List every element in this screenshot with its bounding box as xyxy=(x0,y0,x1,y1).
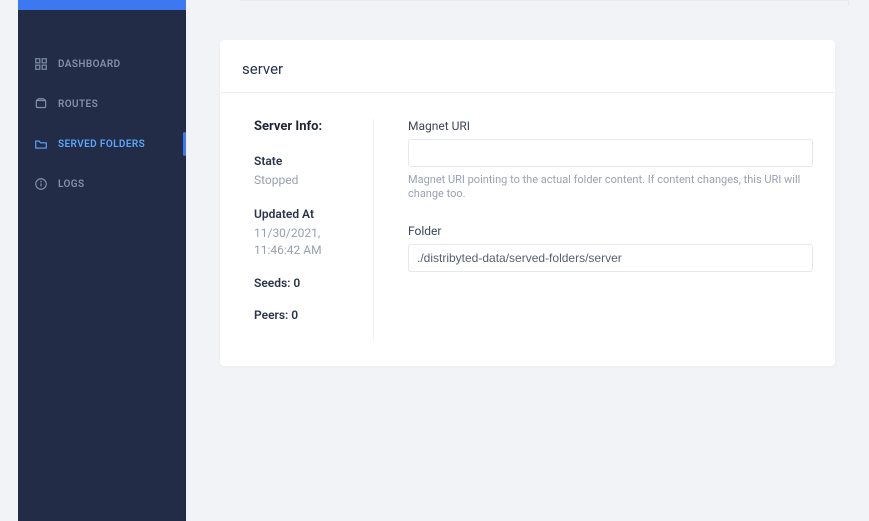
sidebar-item-label: ROUTES xyxy=(58,99,98,110)
sidebar-item-served-folders[interactable]: SERVED FOLDERS xyxy=(18,124,186,164)
folder-icon xyxy=(34,137,48,151)
sidebar-item-label: LOGS xyxy=(58,179,85,190)
folder-label: Folder xyxy=(408,224,813,238)
sidebar-accent-bar xyxy=(18,0,186,10)
seeds-label: Seeds: xyxy=(254,276,290,290)
sidebar-nav: DASHBOARD ROUTES SERVED FOLDERS LOGS xyxy=(18,10,186,204)
seeds-block: Seeds: 0 xyxy=(254,276,355,290)
server-info-panel: Server Info: State Stopped Updated At 11… xyxy=(254,119,374,340)
magnet-help: Magnet URI pointing to the actual folder… xyxy=(408,173,813,202)
seeds-value: 0 xyxy=(293,276,300,290)
sidebar-item-label: DASHBOARD xyxy=(58,59,121,70)
state-block: State Stopped xyxy=(254,154,355,189)
sidebar-item-logs[interactable]: LOGS xyxy=(18,164,186,204)
updated-block: Updated At 11/30/2021, 11:46:42 AM xyxy=(254,207,355,259)
state-value: Stopped xyxy=(254,172,355,189)
sidebar: DASHBOARD ROUTES SERVED FOLDERS LOGS xyxy=(18,0,186,521)
server-card: server Server Info: State Stopped Update… xyxy=(220,40,835,366)
peers-label: Peers: xyxy=(254,308,288,322)
info-icon xyxy=(34,177,48,191)
dashboard-icon xyxy=(34,57,48,71)
peers-block: Peers: 0 xyxy=(254,308,355,322)
magnet-field: Magnet URI Magnet URI pointing to the ac… xyxy=(408,119,813,202)
folder-field: Folder xyxy=(408,224,813,272)
state-label: State xyxy=(254,154,355,168)
peers-value: 0 xyxy=(291,308,298,322)
sidebar-item-routes[interactable]: ROUTES xyxy=(18,84,186,124)
magnet-label: Magnet URI xyxy=(408,119,813,133)
sidebar-item-dashboard[interactable]: DASHBOARD xyxy=(18,44,186,84)
sidebar-item-label: SERVED FOLDERS xyxy=(58,139,145,150)
server-form-panel: Magnet URI Magnet URI pointing to the ac… xyxy=(374,119,813,340)
updated-value: 11/30/2021, 11:46:42 AM xyxy=(254,225,355,259)
server-info-heading: Server Info: xyxy=(254,119,355,134)
updated-label: Updated At xyxy=(254,207,355,221)
top-divider xyxy=(240,0,849,6)
main-content: server Server Info: State Stopped Update… xyxy=(186,0,869,521)
folder-input[interactable] xyxy=(408,244,813,272)
magnet-input[interactable] xyxy=(408,139,813,167)
page-title: server xyxy=(220,40,835,93)
routes-icon xyxy=(34,97,48,111)
